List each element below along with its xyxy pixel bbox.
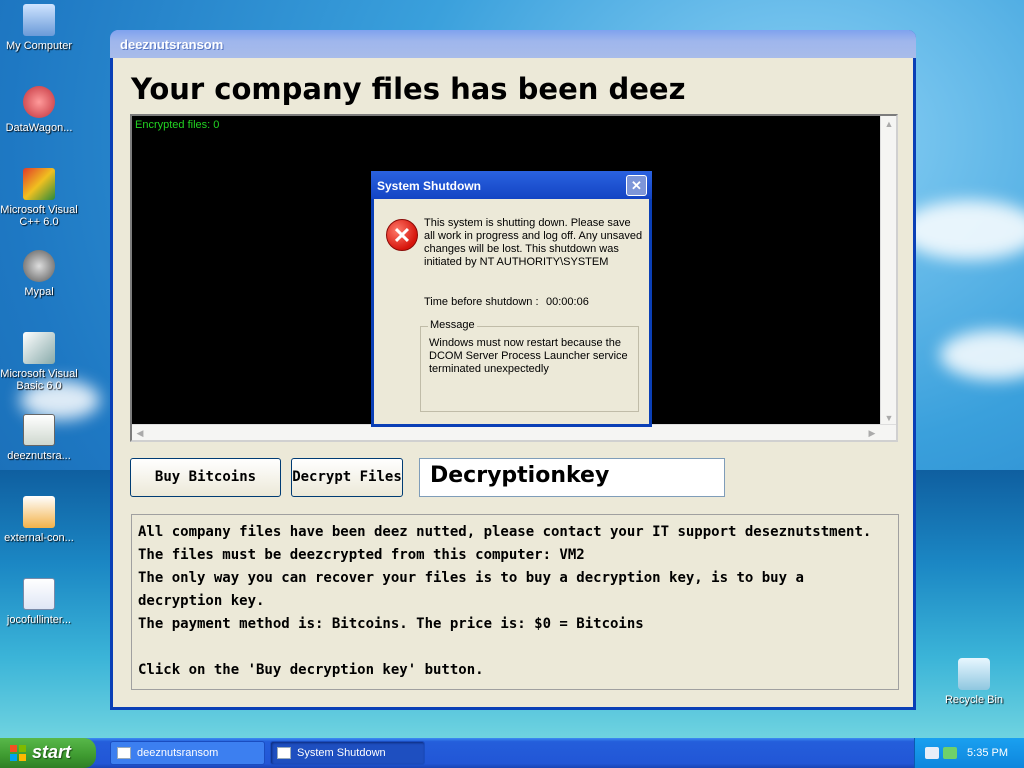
windows-flag-icon xyxy=(10,745,26,761)
desktop-icon-external-con[interactable]: external-con... xyxy=(0,496,78,544)
system-tray: 5:35 PM xyxy=(914,738,1024,768)
console-text: Encrypted files: 0 xyxy=(135,119,220,131)
scroll-right-icon[interactable]: ▶ xyxy=(864,425,880,441)
desktop-icon-label: My Computer xyxy=(5,40,73,52)
visual-cpp-icon xyxy=(23,168,55,200)
ransom-heading: Your company files has been deez xyxy=(131,72,686,106)
message-group-text: Windows must now restart because the DCO… xyxy=(429,337,628,375)
notice-line: The payment method is: Bitcoins. The pri… xyxy=(138,616,644,632)
window-icon xyxy=(117,747,131,759)
buy-bitcoins-button[interactable]: Buy Bitcoins xyxy=(130,458,281,497)
shutdown-message: This system is shutting down. Please sav… xyxy=(424,217,643,268)
decryption-key-field[interactable]: Decryptionkey xyxy=(419,458,725,497)
taskbar-item-system-shutdown[interactable]: System Shutdown xyxy=(270,741,425,765)
executable-icon xyxy=(23,414,55,446)
recycle-bin-icon xyxy=(958,658,990,690)
taskbar-item-deeznutsransom[interactable]: deeznutsransom xyxy=(110,741,265,765)
notice-line: The files must be deezcrypted from this … xyxy=(138,547,585,563)
notice-line: All company files have been deez nutted,… xyxy=(138,524,872,540)
desktop-icon-visual-cpp[interactable]: Microsoft Visual C++ 6.0 xyxy=(0,168,78,228)
notice-line xyxy=(138,636,892,659)
start-label: start xyxy=(32,742,72,762)
taskbar: start deeznutsransom System Shutdown 5:3… xyxy=(0,738,1024,768)
message-group: Message Windows must now restart because… xyxy=(420,319,639,412)
desktop-icon-jocofullinter[interactable]: jocofullinter... xyxy=(0,578,78,626)
notice-line: Click on the 'Buy decryption key' button… xyxy=(138,662,484,678)
desktop-icon-label: external-con... xyxy=(4,532,74,544)
cloud xyxy=(900,200,1024,260)
vertical-scrollbar[interactable]: ▲ ▼ xyxy=(880,116,896,426)
clock[interactable]: 5:35 PM xyxy=(967,747,1008,759)
decrypt-files-button[interactable]: Decrypt Files xyxy=(291,458,403,497)
visual-basic-icon xyxy=(23,332,55,364)
desktop-icon-label: deeznutsra... xyxy=(7,450,71,462)
desktop-icon-my-computer[interactable]: My Computer xyxy=(0,4,78,52)
desktop-icon-recycle-bin[interactable]: Recycle Bin xyxy=(935,658,1013,706)
raccoon-icon xyxy=(23,250,55,282)
computer-icon xyxy=(23,4,55,36)
desktop-icon-deeznutsransom[interactable]: deeznutsra... xyxy=(0,414,78,462)
scroll-up-icon[interactable]: ▲ xyxy=(881,116,897,132)
network-icon[interactable] xyxy=(925,747,939,759)
desktop-icon-label: Microsoft Visual Basic 6.0 xyxy=(0,368,78,392)
taskbar-item-label: deeznutsransom xyxy=(137,747,219,759)
window-icon xyxy=(277,747,291,759)
dialog-title[interactable]: System Shutdown xyxy=(371,171,652,199)
notice-line: The only way you can recover your files … xyxy=(138,570,804,609)
desktop-icon-label: Mypal xyxy=(24,286,54,298)
desktop-icon-label: Recycle Bin xyxy=(944,694,1004,706)
close-icon[interactable]: ✕ xyxy=(626,175,647,196)
volume-icon[interactable] xyxy=(943,747,957,759)
file-icon xyxy=(23,496,55,528)
window-title[interactable]: deeznutsransom xyxy=(110,30,916,58)
desktop-icon-label: Microsoft Visual C++ 6.0 xyxy=(0,204,78,228)
scroll-left-icon[interactable]: ◀ xyxy=(132,425,148,441)
start-button[interactable]: start xyxy=(0,738,96,768)
message-group-label: Message xyxy=(428,319,477,331)
mp3-file-icon xyxy=(23,578,55,610)
ransom-notice: All company files have been deez nutted,… xyxy=(131,514,899,690)
cloud xyxy=(940,330,1024,380)
system-shutdown-dialog: System Shutdown ✕ ✕ This system is shutt… xyxy=(371,171,652,427)
datawagon-icon xyxy=(23,86,55,118)
error-icon: ✕ xyxy=(386,219,418,251)
desktop-icon-mypal[interactable]: Mypal xyxy=(0,250,78,298)
desktop-icon-datawagon[interactable]: DataWagon... xyxy=(0,86,78,134)
desktop-icon-label: jocofullinter... xyxy=(6,614,72,626)
time-before-shutdown-value: 00:00:06 xyxy=(546,296,589,308)
time-before-shutdown-label: Time before shutdown : xyxy=(424,296,539,308)
desktop-icon-visual-basic[interactable]: Microsoft Visual Basic 6.0 xyxy=(0,332,78,392)
taskbar-item-label: System Shutdown xyxy=(297,747,386,759)
desktop-icon-label: DataWagon... xyxy=(5,122,73,134)
